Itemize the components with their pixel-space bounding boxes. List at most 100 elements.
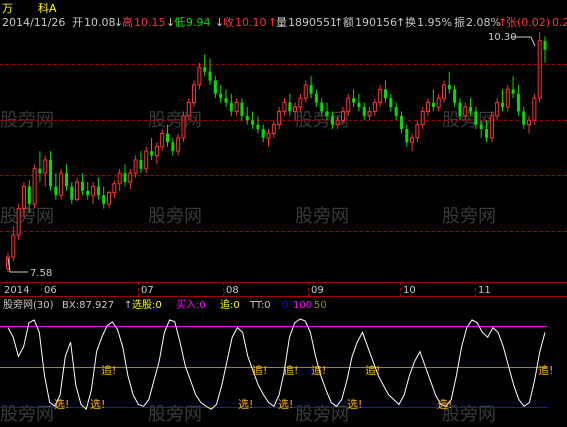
- candle-body: [330, 115, 334, 125]
- indicator-level-100: 100: [293, 300, 312, 311]
- candle-body: [38, 168, 42, 174]
- indicator-level-0: 0: [282, 300, 288, 311]
- candle-body: [21, 185, 26, 209]
- candle-body: [245, 115, 249, 121]
- candle-body: [505, 88, 510, 108]
- candle-body: [309, 84, 313, 94]
- candle-body: [107, 192, 112, 205]
- candle-body: [186, 102, 191, 117]
- candle-body: [102, 195, 106, 205]
- indicator-track: 追:0: [220, 298, 240, 311]
- candle-body: [383, 89, 387, 99]
- candle-body: [154, 146, 159, 157]
- candlestick-chart[interactable]: 股旁网 股旁网 股旁网 股旁网 股旁网 股旁网 股旁网 股旁网 股旁网 股旁网 …: [0, 0, 567, 427]
- candle-body: [203, 67, 207, 72]
- indicator-buy: 买入:0: [176, 299, 206, 311]
- candle-body: [511, 89, 515, 94]
- header-turnover-value: 1.95%: [417, 16, 452, 29]
- candle-body: [362, 107, 366, 116]
- candle-body: [394, 107, 398, 116]
- header-amplitude-value: 2.08%: [466, 16, 501, 29]
- date-label: 2014: [4, 285, 29, 296]
- candle-body: [229, 102, 233, 112]
- select-signal: 选!: [54, 398, 69, 411]
- candle-body: [197, 66, 202, 86]
- candle-body: [431, 102, 435, 107]
- select-signal: 选!: [238, 398, 253, 411]
- candle-body: [479, 124, 483, 130]
- candle-body: [458, 102, 462, 116]
- header-volume-value: 1890551: [288, 16, 337, 29]
- candle-body: [277, 110, 282, 126]
- header-high-value: 10.15: [134, 16, 166, 29]
- candle-body: [64, 173, 68, 187]
- candle-body: [27, 186, 31, 205]
- candle-body: [208, 71, 212, 81]
- header-close-label: 收: [223, 15, 234, 29]
- candle-body: [495, 102, 500, 117]
- track-signal: 追!: [311, 363, 326, 377]
- candle-body: [133, 159, 138, 174]
- candle-body: [192, 84, 197, 104]
- candle-body: [43, 159, 48, 174]
- candle-body: [282, 102, 287, 112]
- candle-body: [54, 186, 58, 196]
- header-open-value: 10.08: [84, 16, 116, 29]
- candle-body: [447, 84, 451, 90]
- track-signal: 追!: [252, 363, 267, 377]
- date-label: 08: [226, 285, 239, 296]
- candle-body: [176, 137, 181, 152]
- indicator-bx: BX:87.927: [62, 300, 114, 311]
- candle-body: [16, 207, 21, 236]
- watermark-text: 股旁网: [442, 206, 496, 227]
- candlestick-series: [6, 32, 547, 272]
- candle-body: [86, 190, 90, 196]
- candle-body: [367, 110, 372, 117]
- candle-body: [91, 185, 96, 196]
- candle-body: [405, 129, 409, 143]
- up-arrow-icon: ↑: [334, 16, 343, 29]
- date-axis: 2014 06 07 08 09 10 11: [4, 285, 491, 296]
- candle-body: [59, 172, 64, 196]
- candle-body: [117, 172, 122, 185]
- candle-body: [474, 111, 478, 125]
- candle-body: [224, 98, 228, 103]
- candle-body: [171, 142, 175, 152]
- header-stock-name: 科A: [38, 1, 57, 15]
- quote-header: 万 科A 2014/11/26 开 10.08 ↓ 高 10.15 ↓ 低 9.…: [2, 1, 567, 29]
- candle-body: [335, 119, 340, 126]
- candle-body: [463, 106, 468, 117]
- candle-body: [340, 110, 345, 121]
- candle-body: [256, 124, 260, 130]
- candle-body: [489, 115, 494, 139]
- indicator-tt: TT:0: [249, 300, 271, 311]
- candle-body: [128, 172, 133, 183]
- indicator-line: [7, 318, 546, 411]
- watermark-text: 股旁网: [148, 206, 202, 227]
- candle-body: [426, 102, 431, 112]
- candle-body: [144, 150, 149, 170]
- candle-body: [219, 93, 223, 99]
- header-change-value: (0.02): [517, 16, 550, 29]
- candle-body: [293, 106, 298, 112]
- header-amplitude-label: 振: [454, 15, 465, 29]
- candle-body: [469, 107, 473, 112]
- header-low-value: 9.94: [186, 16, 211, 29]
- candle-body: [213, 80, 217, 94]
- indicator-select: 选股:0: [132, 298, 162, 311]
- candle-body: [420, 110, 425, 126]
- candle-body: [288, 102, 292, 112]
- candle-body: [32, 168, 37, 205]
- stock-chart-window: 股旁网 股旁网 股旁网 股旁网 股旁网 股旁网 股旁网 股旁网 股旁网 股旁网 …: [0, 0, 567, 427]
- candle-body: [372, 102, 377, 112]
- indicator-header: 股旁网(30) BX:87.927 ↑ 选股:0 买入:0 追:0 TT:0 0…: [3, 298, 327, 311]
- header-close-value: 10.10: [235, 16, 267, 29]
- watermark-text: 股旁网: [295, 206, 349, 227]
- candle-body: [399, 115, 403, 130]
- candle-body: [500, 102, 504, 107]
- indicator-name: 股旁网(30): [3, 298, 54, 311]
- track-signal: 追!: [365, 363, 380, 377]
- candle-body: [325, 111, 329, 116]
- up-arrow-icon: ↑: [396, 16, 405, 29]
- candle-body: [453, 89, 457, 103]
